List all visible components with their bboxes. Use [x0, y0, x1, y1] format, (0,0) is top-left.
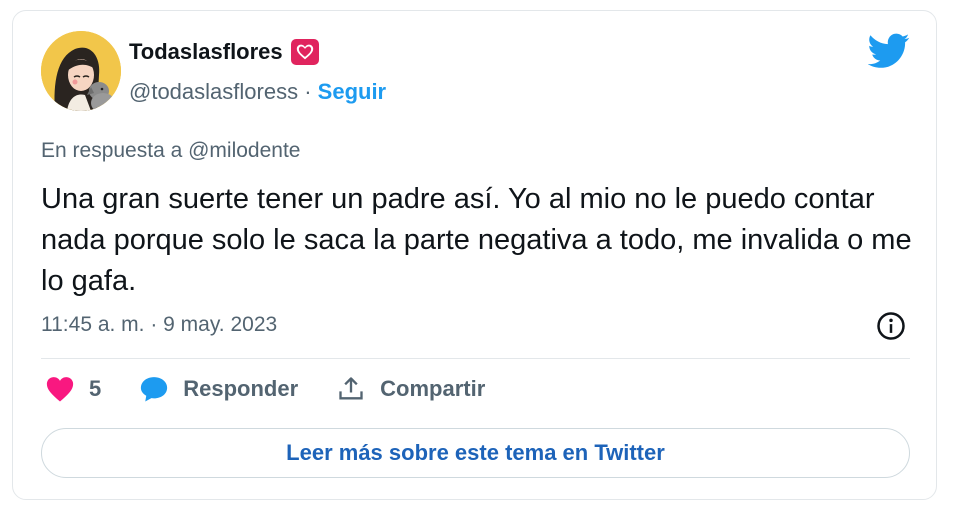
share-button[interactable]: Compartir — [336, 375, 485, 403]
handle-separator: · — [304, 79, 312, 104]
avatar-illustration — [41, 31, 121, 111]
author-handle[interactable]: @todaslasfloress — [129, 79, 298, 104]
twitter-bird-icon[interactable] — [867, 33, 910, 69]
share-icon — [339, 377, 363, 400]
share-label: Compartir — [380, 376, 486, 401]
reply-bubble-icon — [141, 377, 168, 402]
reply-label: Responder — [183, 376, 299, 401]
info-icon[interactable] — [876, 311, 906, 341]
author-name-row: Todaslasflores — [129, 39, 319, 65]
heart-icon — [46, 377, 74, 402]
reply-prefix: En respuesta a — [41, 139, 183, 162]
tweet-card: Todaslasflores @todaslasfloress · Seguir… — [12, 10, 937, 500]
reply-to-handle[interactable]: @milodente — [188, 139, 300, 162]
like-button[interactable]: 5 — [45, 375, 101, 403]
reply-context: En respuesta a @milodente — [41, 139, 300, 163]
tweet-text: Una gran suerte tener un padre así. Yo a… — [41, 183, 912, 297]
like-count: 5 — [89, 376, 102, 401]
tweet-timestamp[interactable]: 11:45 a. m. · 9 may. 2023 — [41, 313, 277, 337]
avatar[interactable] — [41, 31, 121, 111]
divider — [41, 358, 910, 359]
author-display-name[interactable]: Todaslasflores — [129, 39, 283, 65]
author-handle-row: @todaslasfloress · Seguir — [129, 79, 386, 105]
read-more-button[interactable]: Leer más sobre este tema en Twitter — [41, 428, 910, 478]
heart-emoji-icon — [290, 39, 319, 65]
follow-button[interactable]: Seguir — [318, 79, 386, 104]
tweet-actions: 5 Responder Compartir — [45, 375, 523, 403]
reply-button[interactable]: Responder — [139, 375, 298, 403]
